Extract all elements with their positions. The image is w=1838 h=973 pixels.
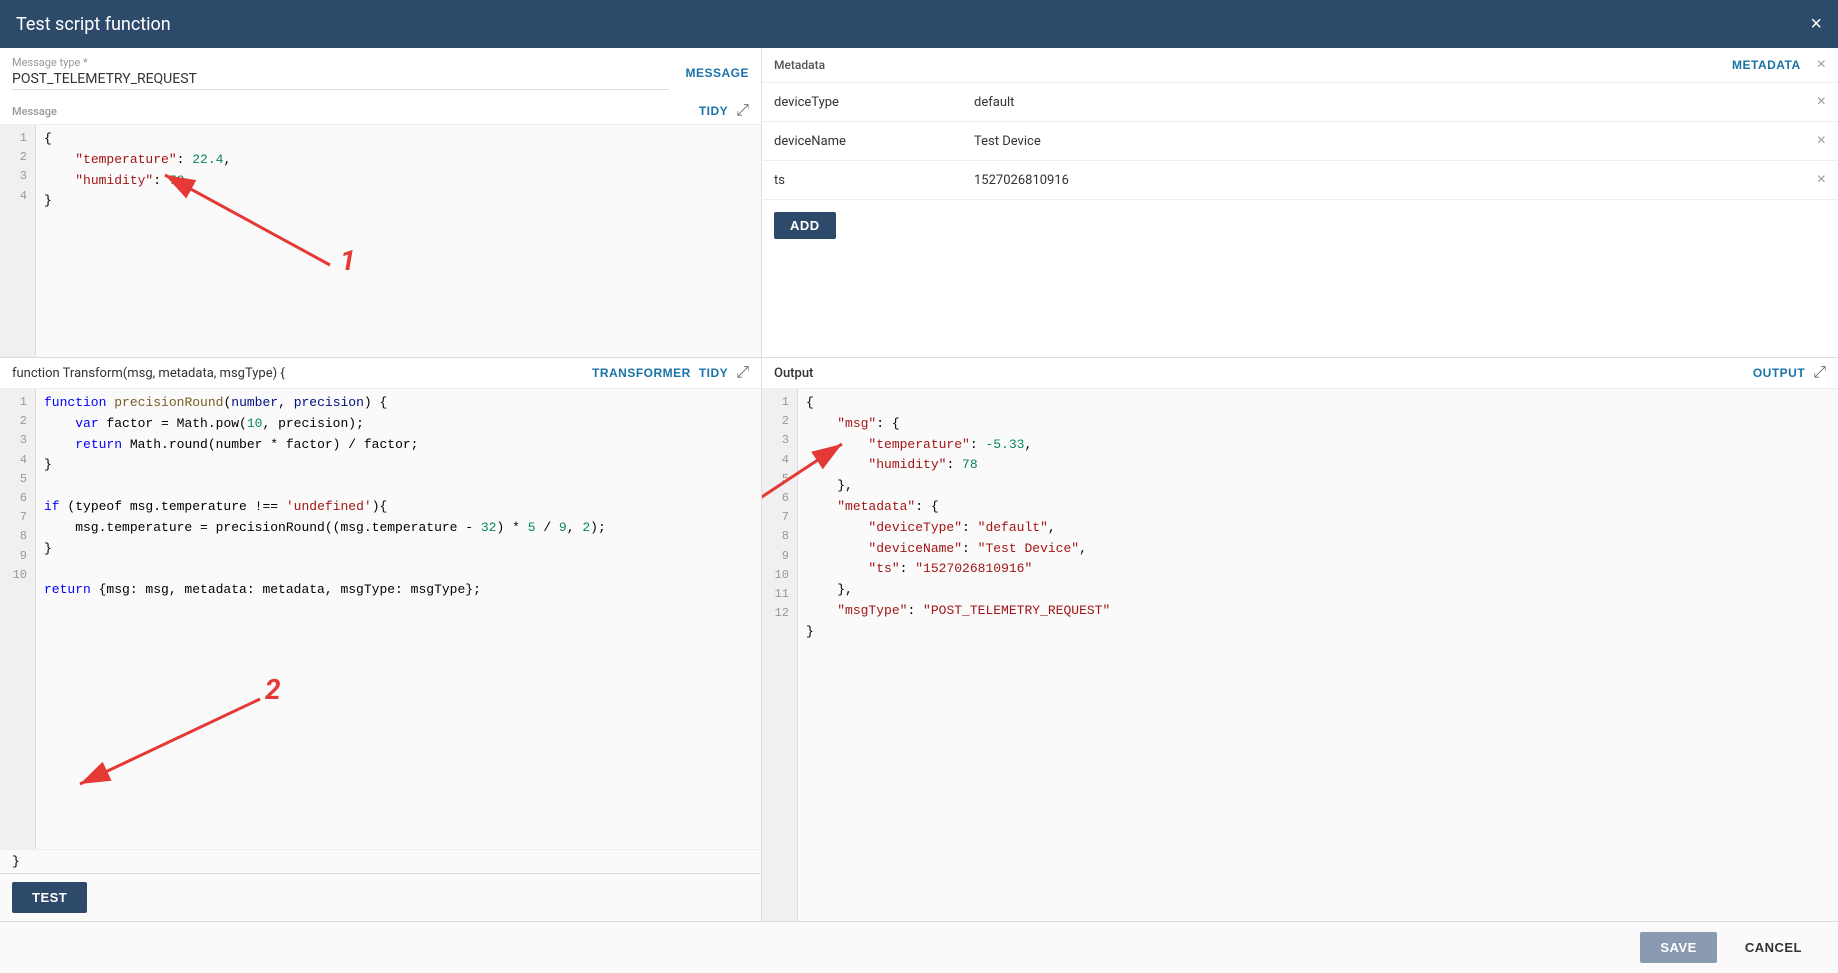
- dialog-header: Test script function ×: [0, 0, 1838, 48]
- transformer-actions: TRANSFORMER TIDY ⤢: [592, 364, 749, 382]
- transformer-editor[interactable]: 12345678910 function precisionRound(numb…: [0, 389, 761, 849]
- message-code-area: 1234 { "temperature": 22.4, "humidity": …: [0, 125, 761, 357]
- metadata-header: Metadata METADATA ×: [762, 48, 1838, 83]
- metadata-label: Metadata: [774, 58, 825, 72]
- dialog-footer: SAVE CANCEL: [0, 921, 1838, 973]
- bottom-section: function Transform(msg, metadata, msgTyp…: [0, 358, 1838, 921]
- metadata-row-devicename: deviceName Test Device ×: [762, 122, 1838, 161]
- transformer-line-numbers: 12345678910: [0, 389, 36, 849]
- message-type-value[interactable]: POST_TELEMETRY_REQUEST: [12, 69, 669, 90]
- transformer-closing: }: [0, 849, 761, 873]
- message-action-button[interactable]: MESSAGE: [685, 66, 749, 80]
- close-button[interactable]: ×: [1810, 14, 1822, 34]
- metadata-row-devicetype: deviceType default ×: [762, 83, 1838, 122]
- message-expand-button[interactable]: ⤢: [736, 102, 749, 120]
- test-button[interactable]: TEST: [12, 882, 87, 913]
- message-type-field: Message type * POST_TELEMETRY_REQUEST: [12, 56, 669, 90]
- metadata-right-panel: Metadata METADATA × deviceType default ×…: [762, 48, 1838, 357]
- metadata-value-devicename[interactable]: Test Device: [974, 134, 1809, 149]
- dialog-body: Message type * POST_TELEMETRY_REQUEST ME…: [0, 48, 1838, 921]
- output-code-area: 123456789101112 { "msg": { "temperature"…: [762, 389, 1838, 921]
- transformer-code-area: 12345678910 function precisionRound(numb…: [0, 389, 761, 849]
- metadata-action-button[interactable]: METADATA: [1732, 58, 1801, 72]
- transformer-label-button[interactable]: TRANSFORMER: [592, 366, 691, 380]
- metadata-key-ts: ts: [774, 173, 974, 188]
- message-label: Message: [12, 105, 57, 118]
- transformer-header-row: function Transform(msg, metadata, msgTyp…: [0, 358, 761, 389]
- message-editor[interactable]: 1234 { "temperature": 22.4, "humidity": …: [0, 125, 761, 357]
- metadata-row-ts: ts 1527026810916 ×: [762, 161, 1838, 200]
- transformer-code-content[interactable]: function precisionRound(number, precisio…: [36, 389, 761, 849]
- output-code-content: { "msg": { "temperature": -5.33, "humidi…: [798, 389, 1838, 921]
- transformer-panel: function Transform(msg, metadata, msgTyp…: [0, 358, 762, 921]
- message-type-label: Message type *: [12, 56, 669, 69]
- output-line-numbers: 123456789101112: [762, 389, 798, 921]
- metadata-value-ts[interactable]: 1527026810916: [974, 173, 1809, 188]
- dialog-title: Test script function: [16, 14, 171, 35]
- metadata-delete-devicetype[interactable]: ×: [1817, 93, 1826, 111]
- output-editor[interactable]: 123456789101112 { "msg": { "temperature"…: [762, 389, 1838, 921]
- metadata-panel-close[interactable]: ×: [1817, 56, 1826, 74]
- transformer-title: function Transform(msg, metadata, msgTyp…: [12, 366, 285, 381]
- message-panel-actions: TIDY ⤢: [699, 102, 749, 120]
- output-action-button[interactable]: OUTPUT: [1753, 366, 1805, 380]
- add-metadata-button[interactable]: ADD: [774, 212, 836, 239]
- output-header: Output OUTPUT ⤢: [762, 358, 1838, 389]
- output-panel: Output OUTPUT ⤢ 123456789101112 { "msg":…: [762, 358, 1838, 921]
- dialog-container: Test script function × Message type * PO…: [0, 0, 1838, 973]
- top-section: Message type * POST_TELEMETRY_REQUEST ME…: [0, 48, 1838, 358]
- metadata-key-devicename: deviceName: [774, 134, 974, 149]
- transformer-expand-button[interactable]: ⤢: [736, 364, 749, 382]
- save-button[interactable]: SAVE: [1640, 932, 1716, 963]
- metadata-value-devicetype[interactable]: default: [974, 95, 1809, 110]
- message-tidy-button[interactable]: TIDY: [699, 104, 728, 118]
- message-left-panel: Message type * POST_TELEMETRY_REQUEST ME…: [0, 48, 762, 357]
- message-type-row: Message type * POST_TELEMETRY_REQUEST ME…: [0, 48, 761, 94]
- message-panel-header: Message TIDY ⤢: [0, 94, 761, 125]
- output-expand-button[interactable]: ⤢: [1813, 364, 1826, 382]
- message-line-numbers: 1234: [0, 125, 36, 357]
- transformer-tidy-button[interactable]: TIDY: [699, 366, 728, 380]
- metadata-delete-ts[interactable]: ×: [1817, 171, 1826, 189]
- output-label: Output: [774, 366, 813, 381]
- message-code-content[interactable]: { "temperature": 22.4, "humidity": 78 }: [36, 125, 761, 357]
- metadata-delete-devicename[interactable]: ×: [1817, 132, 1826, 150]
- metadata-key-devicetype: deviceType: [774, 95, 974, 110]
- test-button-row: TEST: [0, 873, 761, 921]
- cancel-button[interactable]: CANCEL: [1725, 932, 1822, 963]
